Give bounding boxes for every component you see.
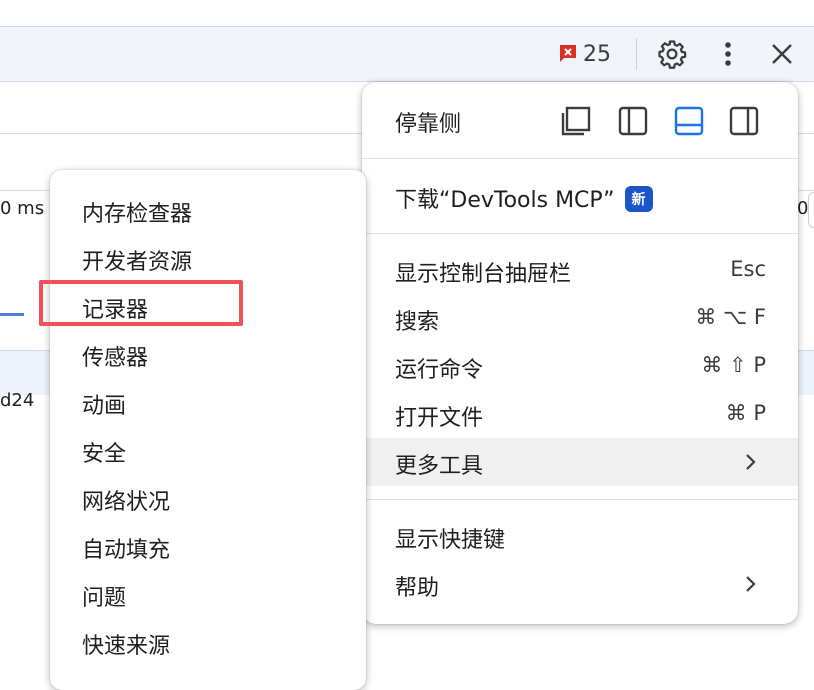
menu-item-label: 运行命令 — [395, 358, 484, 383]
submenu-item-quick-source[interactable]: 快速来源 — [50, 618, 366, 664]
menu-item-show-console-drawer[interactable]: 显示控制台抽屉栏 Esc — [362, 246, 798, 294]
dock-right-icon[interactable] — [727, 104, 761, 138]
submenu-item-label: 问题 — [82, 586, 127, 611]
devtools-customize-menu: 停靠侧 下载“DevTools MCP” 新 显示控制台抽屉栏 Esc 搜索 ⌘… — [362, 82, 798, 624]
menu-item-search[interactable]: 搜索 ⌘ ⌥ F — [362, 294, 798, 342]
menu-item-help[interactable]: 帮助 — [362, 560, 798, 608]
submenu-item-label: 快速来源 — [82, 634, 171, 659]
dock-left-icon[interactable] — [616, 104, 650, 138]
close-icon[interactable] — [766, 38, 798, 70]
menu-divider — [362, 233, 798, 234]
devtools-toolbar — [0, 26, 814, 82]
menu-item-show-shortcuts[interactable]: 显示快捷键 — [362, 512, 798, 560]
menu-item-label: 显示快捷键 — [395, 528, 506, 553]
timeline-bar — [0, 313, 24, 316]
menu-item-label: 帮助 — [395, 576, 440, 601]
background-control — [808, 192, 814, 228]
menu-item-label: 显示控制台抽屉栏 — [395, 262, 572, 287]
submenu-item-label: 动画 — [82, 394, 127, 419]
submenu-item-label: 安全 — [82, 442, 127, 467]
menu-item-label: 搜索 — [395, 310, 440, 335]
submenu-item-label: 内存检查器 — [82, 202, 193, 227]
menu-item-shortcut: ⌘ ⌥ F — [695, 305, 766, 329]
menu-item-open-file[interactable]: 打开文件 ⌘ P — [362, 390, 798, 438]
menu-item-label: 更多工具 — [395, 454, 484, 479]
timing-text-right: 0 — [797, 198, 809, 219]
menu-item-more-tools[interactable]: 更多工具 — [362, 438, 798, 486]
menu-item-shortcut: ⌘ ⇧ P — [701, 353, 766, 377]
menu-item-shortcut: Esc — [730, 257, 766, 281]
menu-item-label: 打开文件 — [395, 406, 484, 431]
submenu-item-sensors[interactable]: 传感器 — [50, 330, 366, 376]
submenu-item-network-conditions[interactable]: 网络状况 — [50, 474, 366, 520]
menu-divider — [362, 158, 798, 159]
submenu-item-label: 自动填充 — [82, 538, 171, 563]
menu-item-download-mcp[interactable]: 下载“DevTools MCP” 新 — [362, 172, 798, 220]
menu-item-shortcut: ⌘ P — [725, 401, 766, 425]
more-options-icon[interactable] — [712, 38, 744, 70]
more-tools-submenu: 内存检查器 开发者资源 记录器 传感器 动画 安全 网络状况 自动填充 问题 快… — [50, 170, 366, 690]
menu-divider — [362, 499, 798, 500]
submenu-item-label: 开发者资源 — [82, 250, 193, 275]
toolbar-divider — [636, 38, 637, 70]
submenu-item-security[interactable]: 安全 — [50, 426, 366, 472]
chevron-right-icon — [746, 576, 756, 592]
undock-window-icon[interactable] — [559, 104, 593, 138]
timing-text: 0 ms — [0, 198, 45, 219]
submenu-item-developer-resources[interactable]: 开发者资源 — [50, 234, 366, 280]
menu-item-run-command[interactable]: 运行命令 ⌘ ⇧ P — [362, 342, 798, 390]
dock-bottom-icon[interactable] — [672, 104, 706, 138]
submenu-item-memory-inspector[interactable]: 内存检查器 — [50, 186, 366, 232]
new-badge: 新 — [624, 186, 653, 212]
issue-flag-icon — [560, 45, 576, 62]
dock-side-label: 停靠侧 — [395, 112, 462, 137]
issues-count: 25 — [583, 41, 611, 67]
menu-item-label: 下载“DevTools MCP” — [395, 188, 615, 213]
submenu-item-autofill[interactable]: 自动填充 — [50, 522, 366, 568]
row-text: d24 — [0, 390, 35, 411]
settings-gear-icon[interactable] — [656, 38, 688, 70]
recorder-highlight-annotation — [39, 280, 243, 326]
submenu-item-animations[interactable]: 动画 — [50, 378, 366, 424]
submenu-item-issues[interactable]: 问题 — [50, 570, 366, 616]
submenu-item-label: 网络状况 — [82, 490, 171, 515]
dock-side-row: 停靠侧 — [362, 82, 798, 160]
submenu-item-label: 传感器 — [82, 346, 149, 371]
chevron-right-icon — [746, 454, 756, 470]
issues-counter[interactable]: 25 — [557, 40, 611, 68]
